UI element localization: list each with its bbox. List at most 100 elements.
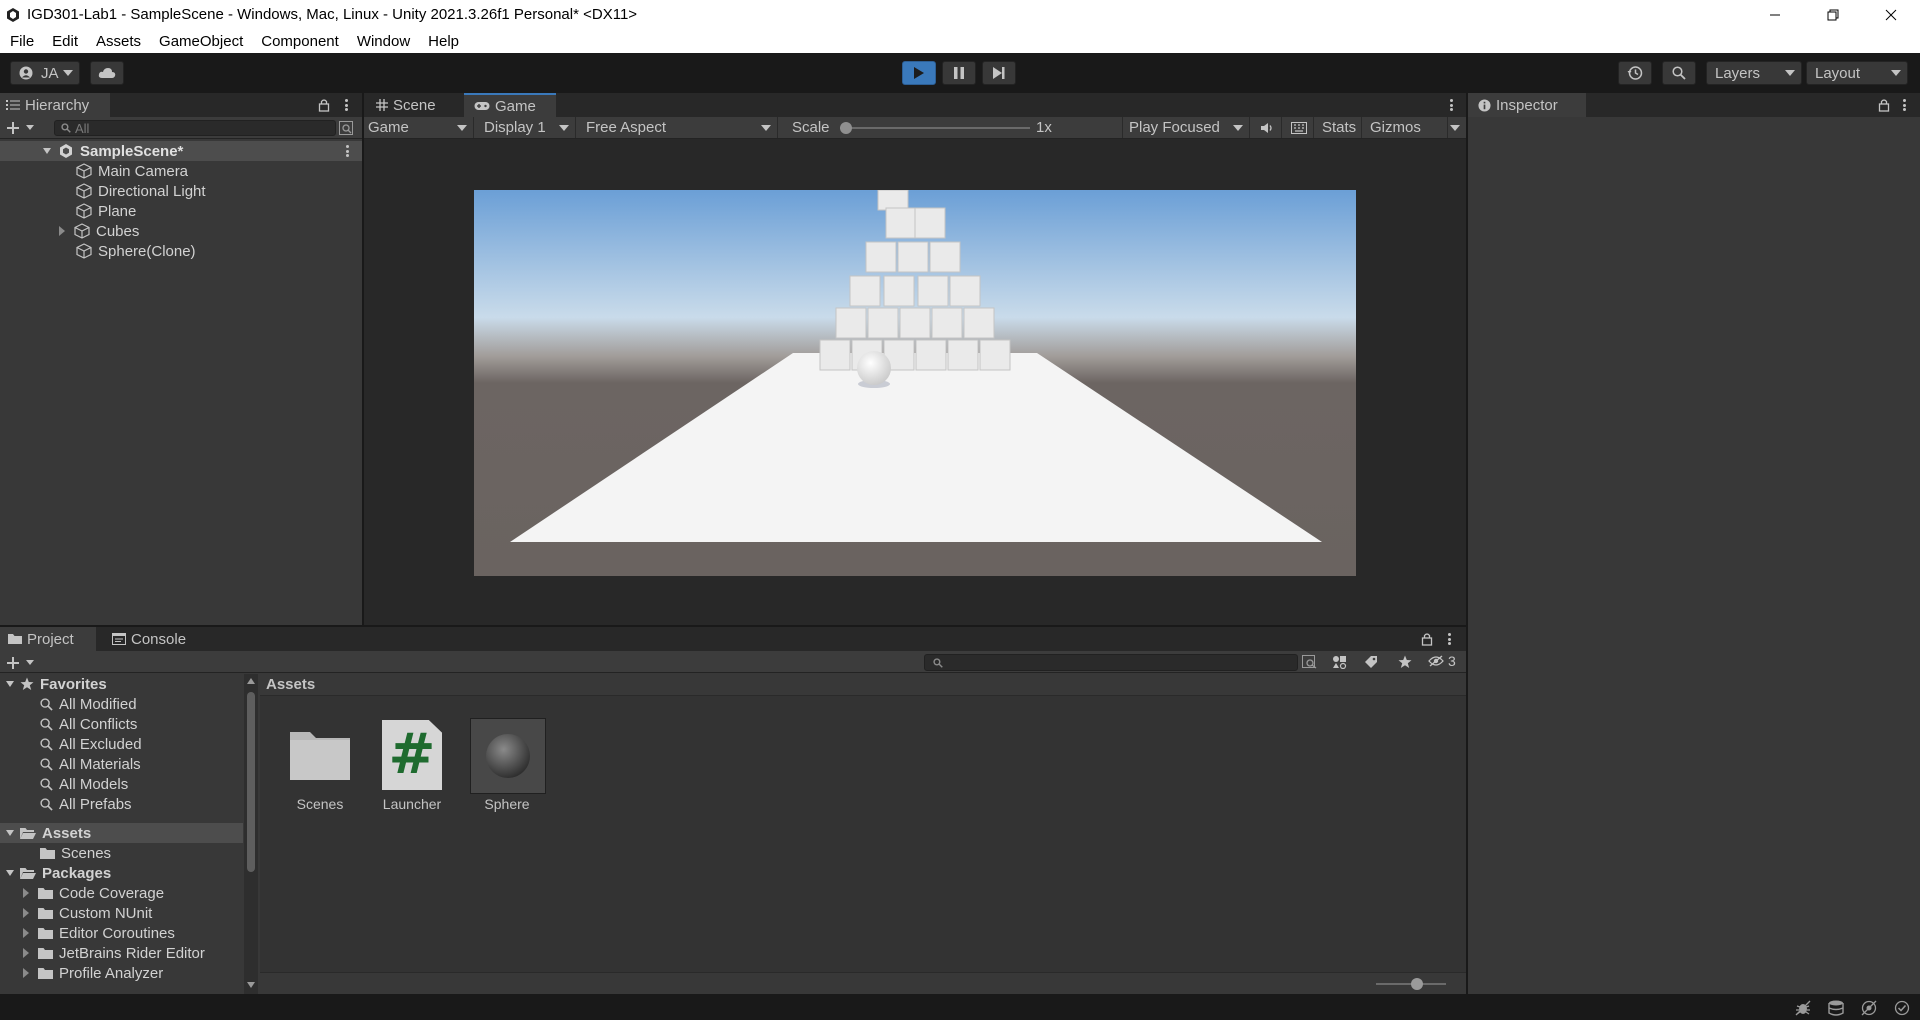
- aspect-dropdown[interactable]: Free Aspect: [578, 117, 778, 138]
- chevron-right-icon[interactable]: [22, 888, 30, 898]
- chevron-down-icon[interactable]: [1450, 125, 1460, 131]
- package-item[interactable]: Profile Analyzer: [22, 963, 163, 983]
- favorite-item[interactable]: All Prefabs: [40, 794, 132, 814]
- breadcrumb-assets[interactable]: Assets: [266, 676, 315, 693]
- create-button[interactable]: [6, 119, 40, 136]
- more-options-icon[interactable]: [343, 97, 349, 113]
- menu-window[interactable]: Window: [347, 33, 418, 50]
- undo-history-button[interactable]: [1618, 61, 1652, 85]
- favorite-item[interactable]: All Conflicts: [40, 714, 137, 734]
- cache-server-icon[interactable]: [1828, 1000, 1844, 1016]
- cloud-button[interactable]: [90, 61, 124, 85]
- scale-slider-track[interactable]: [840, 127, 1030, 129]
- favorite-label: All Prefabs: [59, 795, 132, 813]
- debug-bug-icon[interactable]: [1795, 1000, 1811, 1016]
- tab-project[interactable]: Project: [0, 627, 96, 651]
- favorite-item[interactable]: All Materials: [40, 754, 141, 774]
- check-circle-icon[interactable]: [1894, 1000, 1910, 1016]
- chevron-down-icon[interactable]: [43, 148, 51, 154]
- search-by-scene-icon[interactable]: [1302, 655, 1318, 669]
- assets-folder-row[interactable]: Assets: [0, 823, 243, 843]
- hierarchy-item-cubes[interactable]: Cubes: [58, 221, 139, 241]
- star-icon[interactable]: [1398, 655, 1412, 669]
- asset-tile-sphere-prefab[interactable]: [470, 718, 546, 794]
- play-mode-dropdown[interactable]: Play Focused: [1122, 117, 1250, 138]
- package-item[interactable]: JetBrains Rider Editor: [22, 943, 205, 963]
- tab-inspector[interactable]: Inspector: [1468, 93, 1586, 117]
- scrollbar-thumb[interactable]: [247, 692, 255, 872]
- icon-size-slider-handle[interactable]: [1411, 978, 1423, 990]
- game-mode-dropdown[interactable]: Game: [364, 117, 474, 138]
- chevron-right-icon[interactable]: [22, 968, 30, 978]
- close-button[interactable]: [1862, 0, 1920, 29]
- hierarchy-item-sphere-clone[interactable]: Sphere(Clone): [76, 241, 196, 261]
- game-viewport[interactable]: [474, 190, 1356, 576]
- create-asset-button[interactable]: [6, 654, 40, 671]
- restore-button[interactable]: [1804, 0, 1862, 29]
- gizmos-dropdown[interactable]: Gizmos: [1364, 117, 1448, 138]
- favorites-header[interactable]: Favorites: [6, 674, 107, 694]
- filter-by-label-icon[interactable]: [1364, 655, 1378, 669]
- filter-by-type-icon[interactable]: [1332, 655, 1348, 669]
- search-button[interactable]: [1662, 61, 1696, 85]
- shortcuts-button[interactable]: [1284, 117, 1314, 138]
- chevron-right-icon[interactable]: [22, 948, 30, 958]
- folder-tree-scrollbar[interactable]: [244, 674, 258, 994]
- menu-gameobject[interactable]: GameObject: [149, 33, 251, 50]
- stats-button[interactable]: Stats: [1316, 117, 1362, 138]
- favorite-item[interactable]: All Excluded: [40, 734, 142, 754]
- step-button[interactable]: [982, 61, 1016, 85]
- chevron-right-icon[interactable]: [22, 928, 30, 938]
- package-item[interactable]: Custom NUnit: [22, 903, 152, 923]
- hierarchy-search-row: All: [0, 117, 362, 139]
- scroll-up-icon[interactable]: [247, 678, 255, 684]
- scroll-down-icon[interactable]: [247, 982, 255, 988]
- mute-audio-button[interactable]: [1252, 117, 1282, 138]
- menu-edit[interactable]: Edit: [42, 33, 86, 50]
- display-dropdown[interactable]: Display 1: [476, 117, 576, 138]
- hierarchy-item-directional-light[interactable]: Directional Light: [76, 181, 206, 201]
- layout-dropdown[interactable]: Layout: [1806, 61, 1908, 85]
- scene-row[interactable]: SampleScene*: [0, 141, 362, 161]
- hidden-packages-toggle[interactable]: 3: [1428, 653, 1456, 669]
- package-item[interactable]: Code Coverage: [22, 883, 164, 903]
- package-item[interactable]: Editor Coroutines: [22, 923, 175, 943]
- favorites-label: Favorites: [40, 675, 107, 693]
- tab-scene[interactable]: Scene: [364, 93, 462, 117]
- auto-generate-lighting-icon[interactable]: [1861, 1000, 1877, 1016]
- scene-search-icon[interactable]: [339, 121, 353, 135]
- favorite-item[interactable]: All Models: [40, 774, 128, 794]
- tab-game[interactable]: Game: [464, 93, 556, 117]
- more-options-icon[interactable]: [1446, 631, 1452, 647]
- scale-slider-handle[interactable]: [840, 122, 852, 134]
- more-options-icon[interactable]: [1448, 97, 1454, 113]
- menu-help[interactable]: Help: [418, 33, 467, 50]
- tab-hierarchy[interactable]: Hierarchy: [0, 93, 110, 117]
- lock-icon[interactable]: [318, 98, 330, 112]
- play-button[interactable]: [902, 61, 936, 85]
- asset-tile-scenes-folder[interactable]: [284, 718, 356, 790]
- search-icon: [40, 777, 53, 791]
- lock-icon[interactable]: [1878, 98, 1890, 112]
- tab-console[interactable]: Console: [104, 627, 204, 651]
- layers-dropdown[interactable]: Layers: [1706, 61, 1802, 85]
- chevron-right-icon[interactable]: [22, 908, 30, 918]
- more-options-icon[interactable]: [1901, 97, 1907, 113]
- menu-assets[interactable]: Assets: [86, 33, 149, 50]
- account-dropdown[interactable]: JA: [10, 61, 80, 85]
- hierarchy-search-input[interactable]: All: [54, 120, 336, 136]
- project-search-input[interactable]: [924, 654, 1298, 671]
- scene-options-icon[interactable]: [344, 143, 350, 159]
- lock-icon[interactable]: [1421, 632, 1433, 646]
- chevron-right-icon[interactable]: [58, 226, 66, 236]
- packages-folder-row[interactable]: Packages: [6, 863, 111, 883]
- folder-item-scenes[interactable]: Scenes: [40, 843, 111, 863]
- pause-button[interactable]: [942, 61, 976, 85]
- hierarchy-item-plane[interactable]: Plane: [76, 201, 136, 221]
- menu-file[interactable]: File: [0, 33, 42, 50]
- hierarchy-item-main-camera[interactable]: Main Camera: [76, 161, 188, 181]
- menu-component[interactable]: Component: [251, 33, 347, 50]
- favorite-item[interactable]: All Modified: [40, 694, 137, 714]
- minimize-button[interactable]: [1746, 0, 1804, 29]
- asset-tile-launcher-script[interactable]: #: [382, 720, 442, 790]
